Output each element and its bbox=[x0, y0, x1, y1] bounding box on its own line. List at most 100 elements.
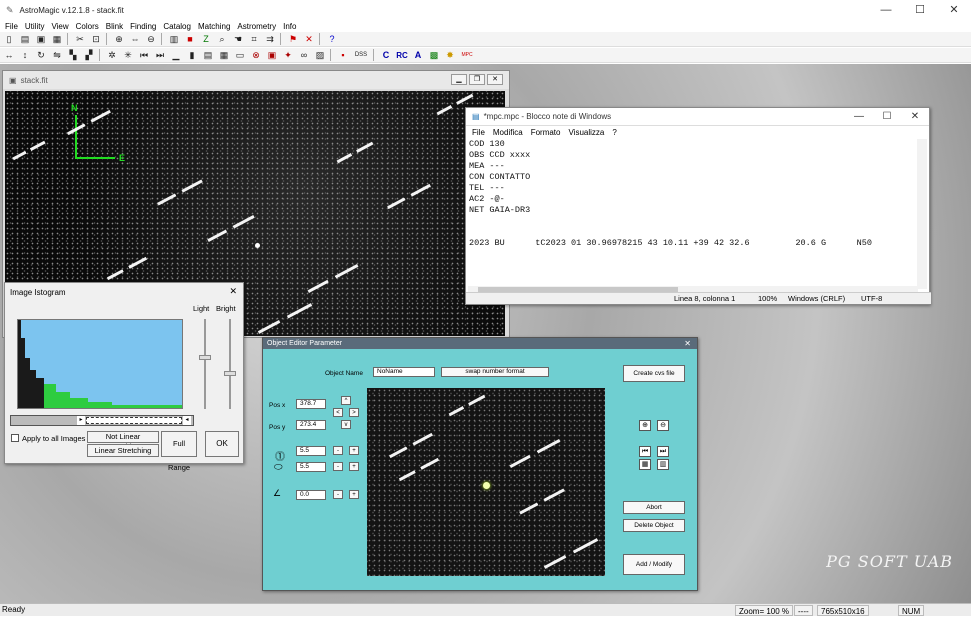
histogram-close-icon[interactable]: ✕ bbox=[229, 286, 237, 297]
comet-icon[interactable]: ✦ bbox=[281, 49, 295, 62]
notepad-text-area[interactable]: COD 130 OBS CCD xxxx MEA --- CON CONTATTO TE… bbox=[468, 139, 916, 289]
abort-button[interactable]: Abort bbox=[623, 501, 685, 514]
cut-icon[interactable]: ✂ bbox=[73, 33, 87, 46]
selected-object-marker[interactable] bbox=[483, 482, 490, 489]
help-icon[interactable]: ? bbox=[325, 33, 339, 46]
minimize-icon[interactable]: — bbox=[869, 0, 903, 20]
menu-file[interactable]: File bbox=[5, 22, 18, 31]
range-selection[interactable] bbox=[86, 417, 182, 424]
range-left-arrow[interactable]: ▸ bbox=[77, 416, 85, 425]
size2-plus-button[interactable]: + bbox=[349, 462, 359, 471]
catalog-icon[interactable]: ▩ bbox=[427, 49, 441, 62]
angle-minus-button[interactable]: - bbox=[333, 490, 343, 499]
size1-minus-button[interactable]: - bbox=[333, 446, 343, 455]
object-editor-window[interactable]: Object Editor Parameter ✕ Object Name No… bbox=[262, 337, 698, 591]
size2-minus-button[interactable]: - bbox=[333, 462, 343, 471]
object-editor-titlebar[interactable]: Object Editor Parameter bbox=[263, 338, 697, 349]
frame-prev-icon[interactable]: ⏮ bbox=[137, 49, 151, 62]
notepad-maximize-icon[interactable]: ☐ bbox=[873, 108, 901, 126]
light-slider-track[interactable] bbox=[204, 319, 206, 409]
object-editor-close-icon[interactable]: ✕ bbox=[684, 338, 691, 349]
star-detect-icon[interactable]: ✲ bbox=[105, 49, 119, 62]
hand-icon[interactable]: ☚ bbox=[231, 33, 245, 46]
histogram-range-scrollbar[interactable]: ▸ ◂ bbox=[10, 415, 194, 426]
zoom-out-icon[interactable]: ⊖ bbox=[144, 33, 158, 46]
zoom-in-icon[interactable]: ⊕ bbox=[112, 33, 126, 46]
image-restore-icon[interactable]: ❐ bbox=[469, 74, 485, 85]
mpc-button[interactable]: MPC bbox=[459, 49, 475, 62]
maximize-icon[interactable]: ☐ bbox=[903, 0, 937, 20]
delete-icon[interactable]: ✕ bbox=[302, 33, 316, 46]
move-left-button[interactable]: < bbox=[333, 408, 343, 417]
mosaic-icon[interactable]: ▞ bbox=[82, 49, 96, 62]
flip-icon[interactable]: ⇋ bbox=[50, 49, 64, 62]
preview-grid-left-icon[interactable]: ▦ bbox=[639, 459, 651, 470]
swap-number-format-button[interactable]: swap number format bbox=[441, 367, 549, 377]
preview-grid-right-icon[interactable]: ▥ bbox=[657, 459, 669, 470]
menu-utility[interactable]: Utility bbox=[25, 22, 45, 31]
move-vertical-icon[interactable]: ↕ bbox=[18, 49, 32, 62]
marker-icon[interactable]: ▪ bbox=[336, 49, 350, 62]
frame-next-icon[interactable]: ⏭ bbox=[153, 49, 167, 62]
image-icon[interactable]: ▨ bbox=[313, 49, 327, 62]
open-file-icon[interactable]: ▤ bbox=[18, 33, 32, 46]
save-as-icon[interactable]: ▦ bbox=[50, 33, 64, 46]
histogram-window[interactable]: Image Istogram ✕ Light Bright ▸ ◂ Apply … bbox=[4, 282, 244, 472]
add-modify-button[interactable]: Add / Modify bbox=[623, 554, 685, 575]
delete-object-button[interactable]: Delete Object bbox=[623, 519, 685, 532]
new-file-icon[interactable]: ▯ bbox=[2, 33, 16, 46]
chart-icon[interactable]: ▁ bbox=[169, 49, 183, 62]
menu-view[interactable]: View bbox=[51, 22, 68, 31]
menu-blink[interactable]: Blink bbox=[106, 22, 123, 31]
move-horizontal-icon[interactable]: ↔ bbox=[2, 49, 16, 62]
menu-finding[interactable]: Finding bbox=[130, 22, 156, 31]
menu-colors[interactable]: Colors bbox=[76, 22, 99, 31]
histogram-titlebar[interactable]: Image Istogram bbox=[5, 283, 243, 301]
size2-input[interactable]: 5.5 bbox=[296, 462, 326, 472]
bright-slider-track[interactable] bbox=[229, 319, 231, 409]
grid-icon[interactable]: ⌗ bbox=[247, 33, 261, 46]
preview-zoom-out-icon[interactable]: ⊖ bbox=[657, 420, 669, 431]
pos-x-input[interactable]: 378.7 bbox=[296, 399, 326, 409]
range-right-arrow[interactable]: ◂ bbox=[183, 416, 191, 425]
crop-icon[interactable]: ⊡ bbox=[89, 33, 103, 46]
rotate-icon[interactable]: ↻ bbox=[34, 49, 48, 62]
notepad-titlebar[interactable]: ▤ *mpc.mpc - Blocco note di Windows — ☐ … bbox=[466, 108, 929, 126]
notepad-menu-help[interactable]: ? bbox=[612, 128, 616, 137]
color-icon[interactable]: ■ bbox=[183, 33, 197, 46]
image-close-icon[interactable]: ✕ bbox=[487, 74, 503, 85]
bright-slider-thumb[interactable] bbox=[224, 371, 236, 376]
light-slider-thumb[interactable] bbox=[199, 355, 211, 360]
search-icon[interactable]: ⌕ bbox=[215, 33, 229, 46]
z-icon[interactable]: Z bbox=[199, 33, 213, 46]
dss-button[interactable]: DSS bbox=[352, 49, 370, 62]
strip-icon[interactable]: ▮ bbox=[185, 49, 199, 62]
align-icon[interactable]: ⇉ bbox=[263, 33, 277, 46]
notepad-vertical-scrollbar[interactable] bbox=[917, 139, 927, 289]
notepad-window[interactable]: ▤ *mpc.mpc - Blocco note di Windows — ☐ … bbox=[465, 107, 931, 305]
close-icon[interactable]: ✕ bbox=[937, 0, 971, 20]
move-up-button[interactable]: ^ bbox=[341, 396, 351, 405]
globe-icon[interactable]: ⊗ bbox=[249, 49, 263, 62]
notepad-menu-visualizza[interactable]: Visualizza bbox=[568, 128, 604, 137]
blank-icon[interactable]: ▭ bbox=[233, 49, 247, 62]
ok-button[interactable]: OK bbox=[205, 431, 239, 457]
angle-input[interactable]: 0.0 bbox=[296, 490, 326, 500]
stack-icon[interactable]: ▚ bbox=[66, 49, 80, 62]
notepad-minimize-icon[interactable]: — bbox=[845, 108, 873, 126]
object-preview-image[interactable] bbox=[367, 388, 605, 576]
notepad-close-icon[interactable]: ✕ bbox=[901, 108, 929, 126]
menu-matching[interactable]: Matching bbox=[198, 22, 230, 31]
linear-stretching-button[interactable]: Linear Stretching bbox=[87, 444, 159, 457]
angle-plus-button[interactable]: + bbox=[349, 490, 359, 499]
apply-all-checkbox[interactable] bbox=[11, 434, 19, 442]
menu-info[interactable]: Info bbox=[283, 22, 296, 31]
menu-astrometry[interactable]: Astrometry bbox=[237, 22, 276, 31]
tile-icon[interactable]: ▦ bbox=[217, 49, 231, 62]
layers-icon[interactable]: ▤ bbox=[201, 49, 215, 62]
preview-prev-icon[interactable]: ⏮ bbox=[639, 446, 651, 457]
flag-icon[interactable]: ⚑ bbox=[286, 33, 300, 46]
full-range-button[interactable]: Full Range bbox=[161, 431, 197, 472]
notepad-menu-modifica[interactable]: Modifica bbox=[493, 128, 523, 137]
preview-zoom-in-icon[interactable]: ⊕ bbox=[639, 420, 651, 431]
